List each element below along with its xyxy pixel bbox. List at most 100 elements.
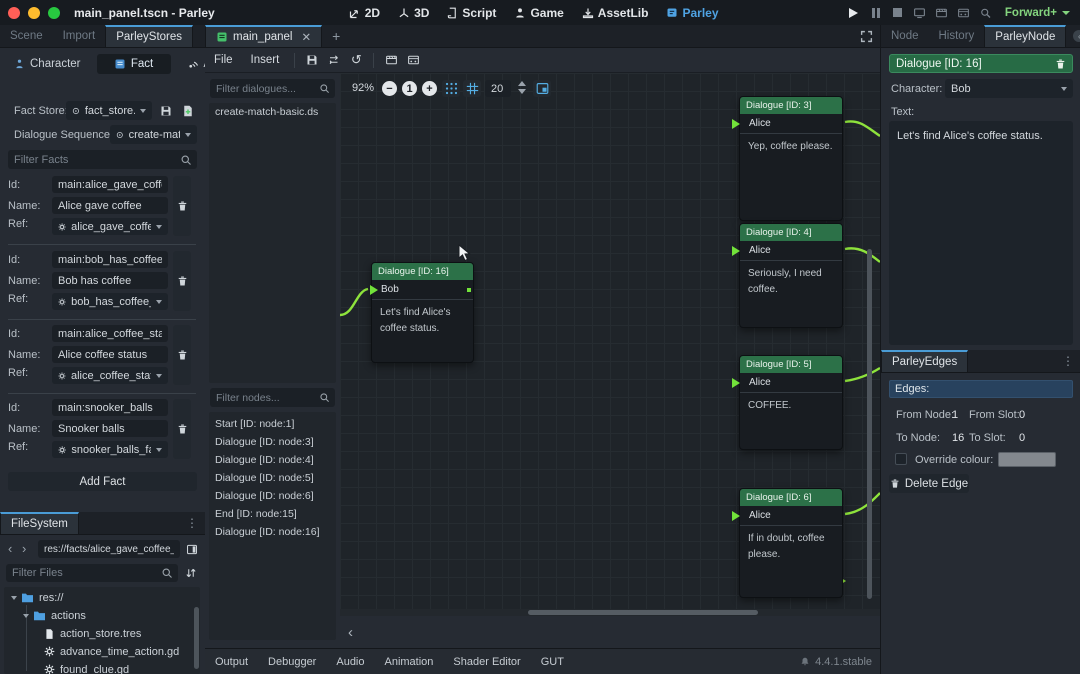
edges-list-header[interactable]: Edges: (889, 380, 1073, 398)
edge-wire-node4-out[interactable] (845, 248, 880, 262)
menu-assetlib[interactable]: AssetLib (573, 0, 658, 25)
list-item-node[interactable]: Dialogue [ID: node:6] (209, 487, 336, 505)
list-item-node[interactable]: Dialogue [ID: node:3] (209, 433, 336, 451)
test-dialogue-button[interactable] (323, 50, 345, 70)
pause-button[interactable] (865, 4, 887, 22)
input-port-icon[interactable] (370, 285, 378, 295)
fact-id-input[interactable] (52, 176, 168, 193)
bottom-tab-debugger[interactable]: Debugger (258, 656, 326, 668)
new-fact-store-button[interactable] (179, 101, 197, 120)
delete-edge-button[interactable]: Delete Edge (889, 474, 969, 493)
movie-writer-button[interactable] (931, 4, 953, 22)
run-scene-dialogue-button[interactable] (402, 50, 424, 70)
filesystem-path-input[interactable] (38, 540, 180, 558)
delete-node-button[interactable] (1055, 58, 1066, 70)
notification-bell-icon[interactable] (800, 656, 810, 667)
tree-item-folder[interactable]: actions (24, 607, 86, 624)
collapse-panel-icon[interactable]: ‹ (340, 624, 353, 641)
zoom-out-button[interactable]: − (382, 81, 397, 96)
collapse-icon[interactable] (11, 596, 17, 600)
dialogue-sequence-dropdown[interactable]: create-match- (110, 125, 197, 144)
character-dropdown[interactable]: Bob (945, 79, 1073, 98)
tab-history[interactable]: History (929, 25, 985, 47)
menu-3d[interactable]: 3D (389, 0, 438, 25)
dock-menu-icon[interactable]: ⋮ (1055, 350, 1080, 372)
filesystem-scrollbar[interactable] (194, 607, 199, 669)
stepper-up-icon[interactable] (518, 81, 526, 86)
snap-toggle-button[interactable] (442, 80, 460, 97)
filter-files-input[interactable] (6, 564, 178, 582)
bottom-tab-output[interactable]: Output (205, 656, 258, 668)
edge-wire-start-to-16[interactable] (340, 289, 368, 315)
fact-ref-dropdown[interactable]: snooker_balls_fact. (52, 441, 168, 458)
override-colour-checkbox[interactable] (895, 453, 907, 465)
node-header[interactable]: Dialogue [ID: 6] (740, 489, 842, 506)
history-back-icon[interactable]: ‹ (8, 541, 12, 556)
tab-scene[interactable]: Scene (0, 25, 53, 47)
collapse-icon[interactable] (23, 614, 29, 618)
edge-wire-node5-out[interactable] (845, 368, 880, 381)
tab-main-panel[interactable]: main_panel ✕ (205, 25, 322, 47)
menu-script[interactable]: Script (438, 0, 505, 25)
save-fact-store-button[interactable] (157, 101, 175, 120)
grid-toggle-button[interactable] (463, 80, 481, 97)
remote-debug-button[interactable] (909, 4, 931, 22)
zoom-in-button[interactable]: + (422, 81, 437, 96)
node-header[interactable]: Dialogue [ID: 3] (740, 97, 842, 114)
new-tab-button[interactable]: + (322, 25, 350, 47)
sort-files-button[interactable] (182, 564, 199, 582)
stop-button[interactable] (887, 4, 909, 22)
split-panel-button[interactable] (184, 540, 200, 558)
fact-ref-dropdown[interactable]: alice_gave_coffee_f (52, 218, 168, 235)
fact-id-input[interactable] (52, 251, 168, 268)
tree-item-script[interactable]: found_clue.gd (44, 661, 129, 674)
fact-name-input[interactable] (52, 197, 168, 214)
input-port-icon[interactable] (732, 246, 740, 256)
macos-close-button[interactable] (8, 7, 20, 19)
add-fact-button[interactable]: Add Fact (8, 472, 197, 491)
history-forward-icon[interactable]: › (22, 541, 26, 556)
tree-item-script[interactable]: advance_time_action.gd (44, 643, 179, 660)
macos-zoom-button[interactable] (48, 7, 60, 19)
delete-fact-button[interactable] (173, 325, 191, 385)
stores-tab-character[interactable]: Character (6, 54, 89, 74)
node-header[interactable]: Dialogue [ID: 16] (372, 263, 473, 280)
macos-minimize-button[interactable] (28, 7, 40, 19)
fact-store-dropdown[interactable]: fact_store.tre (66, 101, 152, 120)
dialogue-text-editor[interactable]: Let's find Alice's coffee status. (889, 121, 1073, 345)
undo-button[interactable]: ↺ (345, 50, 367, 70)
list-item-node[interactable]: Dialogue [ID: node:4] (209, 451, 336, 469)
list-item-node[interactable]: Start [ID: node:1] (209, 415, 336, 433)
list-item-dialogue-file[interactable]: create-match-basic.ds (209, 103, 336, 121)
list-item-node[interactable]: End [ID: node:15] (209, 505, 336, 523)
input-port-icon[interactable] (732, 119, 740, 129)
delete-fact-button[interactable] (173, 176, 191, 236)
dock-menu-icon[interactable]: ⋮ (179, 512, 205, 534)
graph-node-dialogue-6[interactable]: Dialogue [ID: 6] Alice If in doubt, coff… (739, 488, 843, 598)
output-port-icon[interactable] (467, 288, 471, 292)
edge-wire-node6-out[interactable] (845, 493, 880, 514)
colour-swatch[interactable] (998, 452, 1056, 467)
menu-parley[interactable]: Parley (657, 0, 727, 25)
bottom-tab-shader-editor[interactable]: Shader Editor (443, 656, 530, 668)
fact-ref-dropdown[interactable]: bob_has_coffee_fac (52, 293, 168, 310)
zoom-reset-button[interactable]: 1 (402, 81, 417, 96)
spy-debug-button[interactable] (975, 4, 997, 22)
input-port-icon[interactable] (732, 511, 740, 521)
menu-2d[interactable]: 2D (340, 0, 389, 25)
tab-parleystores[interactable]: ParleyStores (105, 25, 193, 47)
fact-name-input[interactable] (52, 420, 168, 437)
edge-wire-node3-out[interactable] (845, 121, 880, 136)
tab-node[interactable]: Node (881, 25, 929, 47)
movie-maker-button[interactable] (953, 4, 975, 22)
input-port-icon[interactable] (732, 378, 740, 388)
tree-item-folder[interactable]: res:// (12, 589, 63, 606)
stepper-down-icon[interactable] (518, 89, 526, 94)
grid-size-stepper[interactable] (518, 81, 526, 94)
menu-insert[interactable]: Insert (242, 54, 289, 66)
graph-canvas[interactable]: Dialogue [ID: 16] Bob Let's find Alice's… (340, 73, 880, 609)
fact-name-input[interactable] (52, 272, 168, 289)
minimap-toggle-button[interactable] (533, 80, 551, 97)
tree-item-file[interactable]: action_store.tres (44, 625, 141, 642)
list-item-node[interactable]: Dialogue [ID: node:16] (209, 523, 336, 541)
